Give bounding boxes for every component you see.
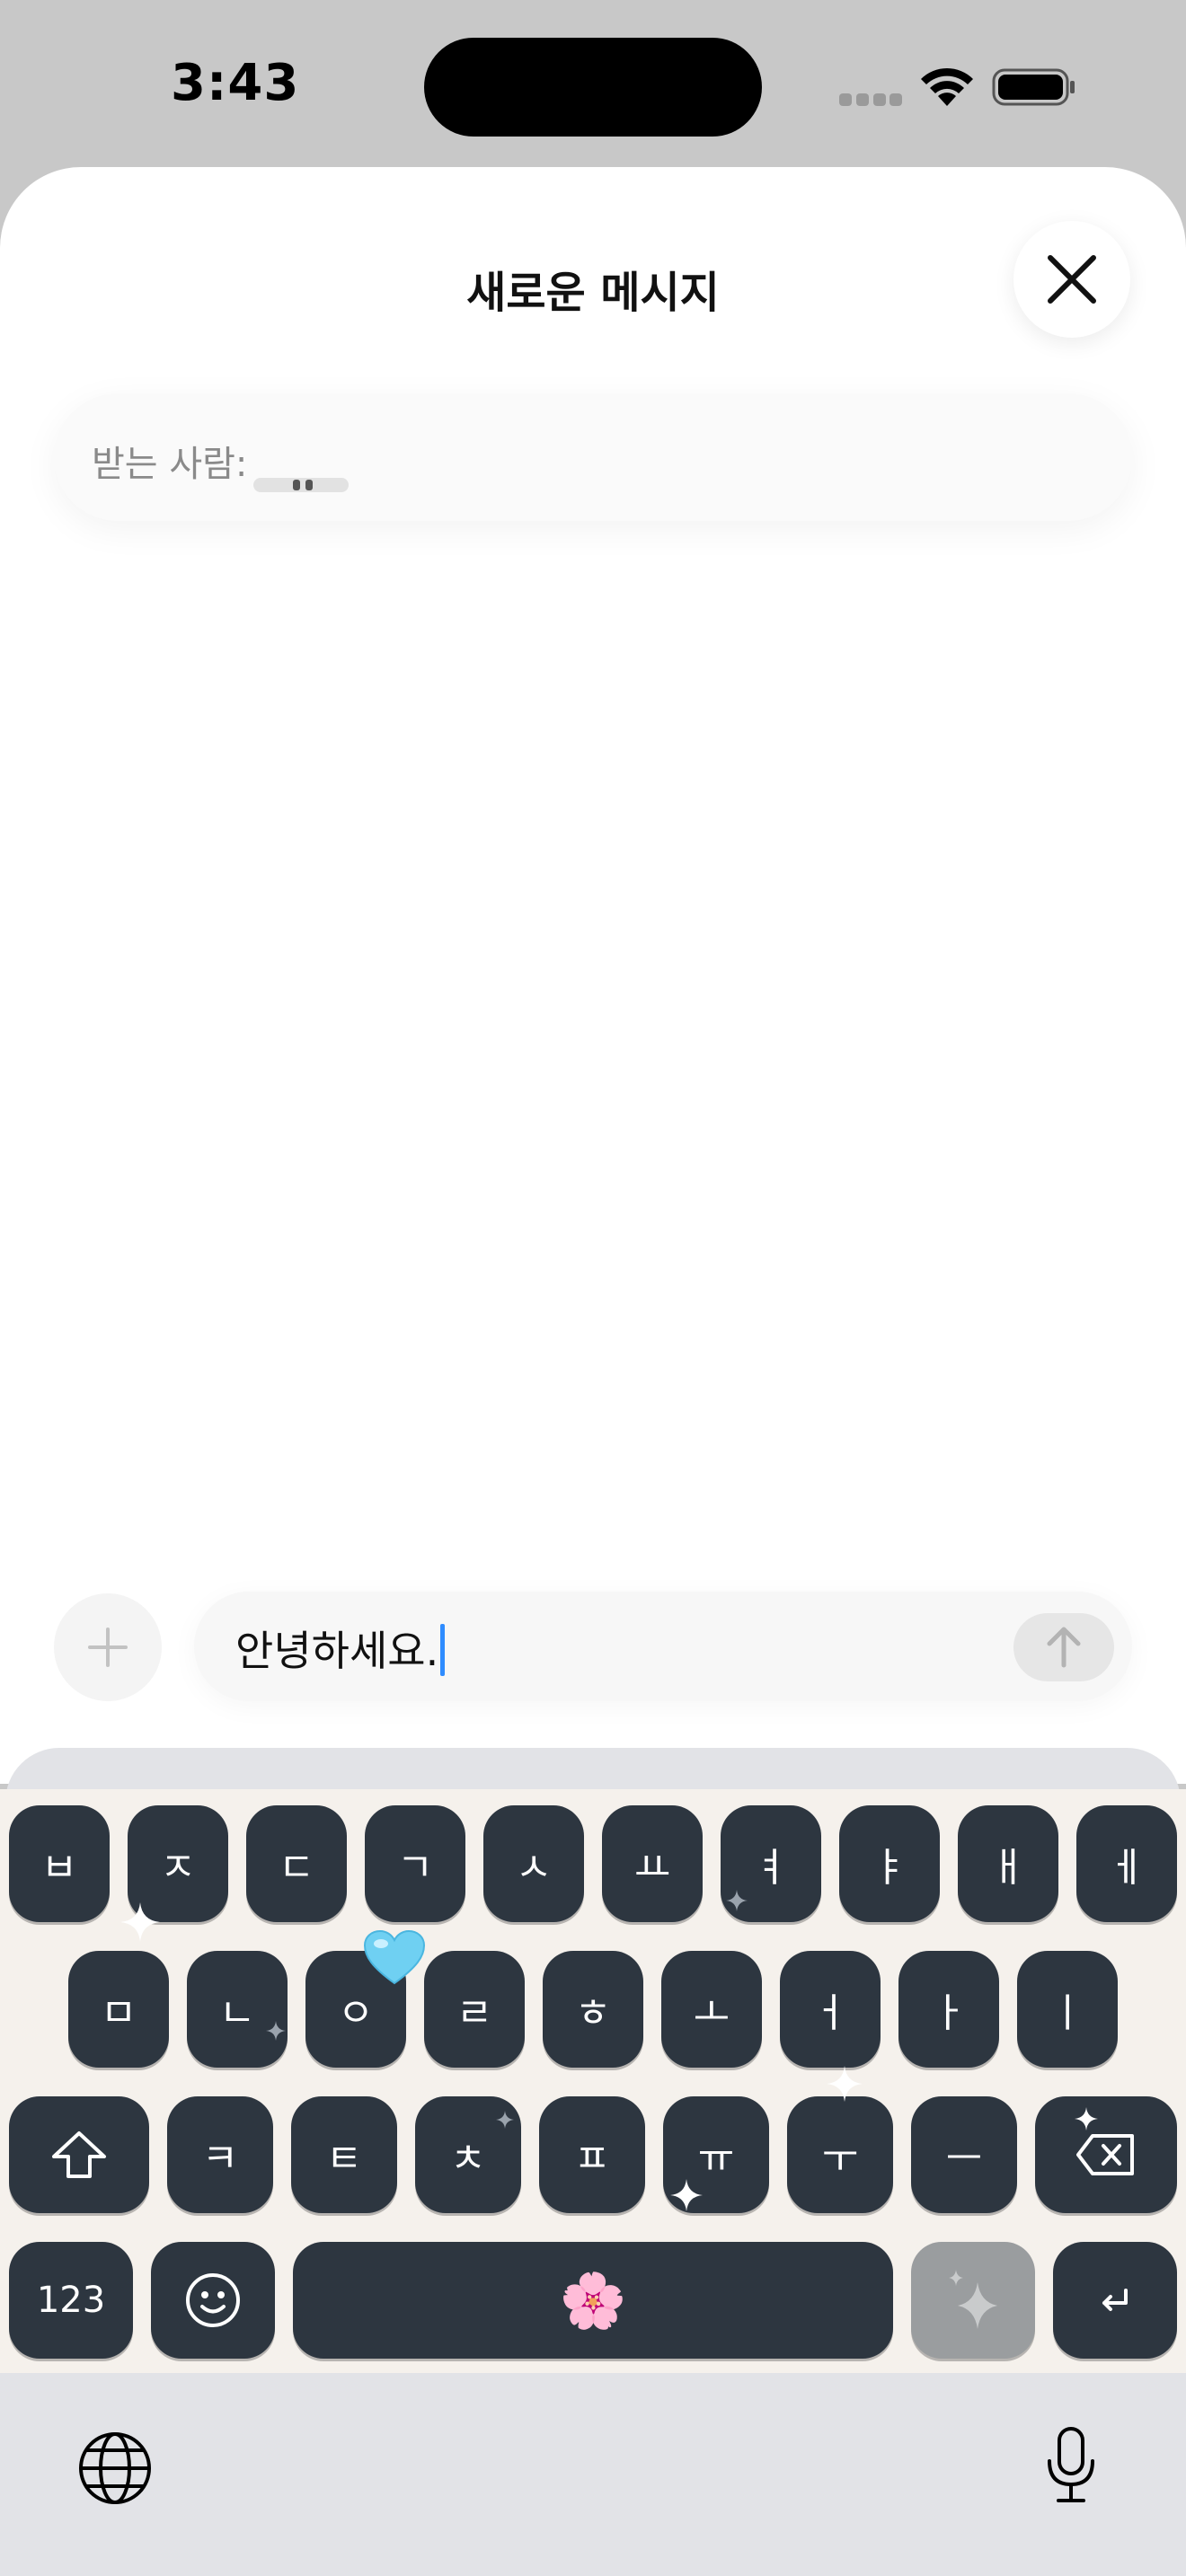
shift-key[interactable] [9, 2096, 149, 2213]
add-attachment-button[interactable] [54, 1593, 162, 1701]
delete-key[interactable] [1035, 2096, 1177, 2213]
key-u[interactable]: ㅜ [787, 2096, 893, 2213]
arrow-up-icon [1047, 1627, 1081, 1668]
delete-icon [1076, 2134, 1134, 2175]
key-tieut[interactable]: ㅌ [291, 2096, 397, 2213]
status-time: 3:43 [171, 54, 300, 112]
microphone-icon[interactable] [1044, 2425, 1098, 2506]
shift-icon [52, 2131, 106, 2178]
key-giyeok[interactable]: ㄱ [365, 1805, 465, 1922]
message-text: 안녕하세요. [235, 1619, 446, 1678]
emoji-icon [186, 2273, 240, 2327]
keyboard-bottom-bar [0, 2373, 1186, 2576]
sparkles-icon [949, 2270, 997, 2329]
sparkle-decoration-icon [827, 2066, 863, 2102]
cellular-signal-icon [839, 93, 902, 106]
sparkle-decoration-icon [670, 2179, 703, 2211]
key-rieul[interactable]: ㄹ [424, 1951, 525, 2068]
sparkle-decoration-icon [726, 1890, 748, 1911]
key-bieup[interactable]: ㅂ [9, 1805, 110, 1922]
page-title: 새로운 메시지 [466, 268, 720, 318]
sparkle-decoration-icon [120, 1902, 160, 1942]
globe-icon[interactable] [77, 2430, 153, 2506]
key-hieut[interactable]: ㅎ [543, 1951, 643, 2068]
recipient-label: 받는 사람: [92, 444, 248, 485]
key-ya[interactable]: ㅑ [839, 1805, 940, 1922]
keyboard: ㅂ ㅈ ㄷ ㄱ ㅅ ㅛ ㅕ ㅑ ㅐ ㅔ ㅁ ㄴ ㅇ ㄹ ㅎ ㅗ ㅓ ㅏ ㅣ ㅋ … [0, 1789, 1186, 2373]
recipient-chip[interactable] [253, 478, 349, 492]
close-button[interactable] [1013, 221, 1130, 338]
recipient-field[interactable]: 받는 사람: [54, 393, 1132, 521]
light-blue-heart-icon [363, 1929, 426, 1985]
plus-icon [88, 1628, 128, 1667]
sparkle-decoration-icon [266, 2021, 286, 2041]
key-eo[interactable]: ㅓ [780, 1951, 881, 2068]
wifi-icon [921, 67, 973, 106]
send-button[interactable] [1013, 1613, 1114, 1681]
key-eu[interactable]: ㅡ [911, 2096, 1017, 2213]
key-mieum[interactable]: ㅁ [68, 1951, 169, 2068]
dynamic-island [424, 38, 762, 137]
sparkle-decoration-icon [1075, 2107, 1098, 2130]
key-pieup[interactable]: ㅍ [539, 2096, 645, 2213]
key-nieun[interactable]: ㄴ [187, 1951, 288, 2068]
new-message-sheet: 새로운 메시지 받는 사람: [0, 167, 1186, 1784]
return-icon [1102, 2289, 1128, 2311]
key-i[interactable]: ㅣ [1017, 1951, 1118, 2068]
numbers-key[interactable]: 123 [9, 2242, 133, 2359]
key-a[interactable]: ㅏ [898, 1951, 999, 2068]
key-kieuk[interactable]: ㅋ [167, 2096, 273, 2213]
key-yo[interactable]: ㅛ [602, 1805, 703, 1922]
emoji-key[interactable] [151, 2242, 275, 2359]
key-o[interactable]: ㅗ [661, 1951, 762, 2068]
battery-icon [992, 68, 1075, 106]
message-input[interactable]: 안녕하세요. [194, 1592, 1132, 1701]
space-key[interactable]: 🌸 [293, 2242, 893, 2359]
close-icon [1048, 255, 1096, 304]
key-digeut[interactable]: ㄷ [246, 1805, 347, 1922]
sparkle-decoration-icon [496, 2111, 514, 2129]
cherry-blossom-icon: 🌸 [559, 2269, 627, 2333]
status-bar: 3:43 [0, 0, 1186, 171]
text-cursor [440, 1624, 446, 1676]
key-ae[interactable]: ㅐ [958, 1805, 1058, 1922]
return-key[interactable] [1053, 2242, 1177, 2359]
key-e[interactable]: ㅔ [1076, 1805, 1177, 1922]
key-siot[interactable]: ㅅ [483, 1805, 584, 1922]
ai-sparkles-key[interactable] [911, 2242, 1035, 2359]
